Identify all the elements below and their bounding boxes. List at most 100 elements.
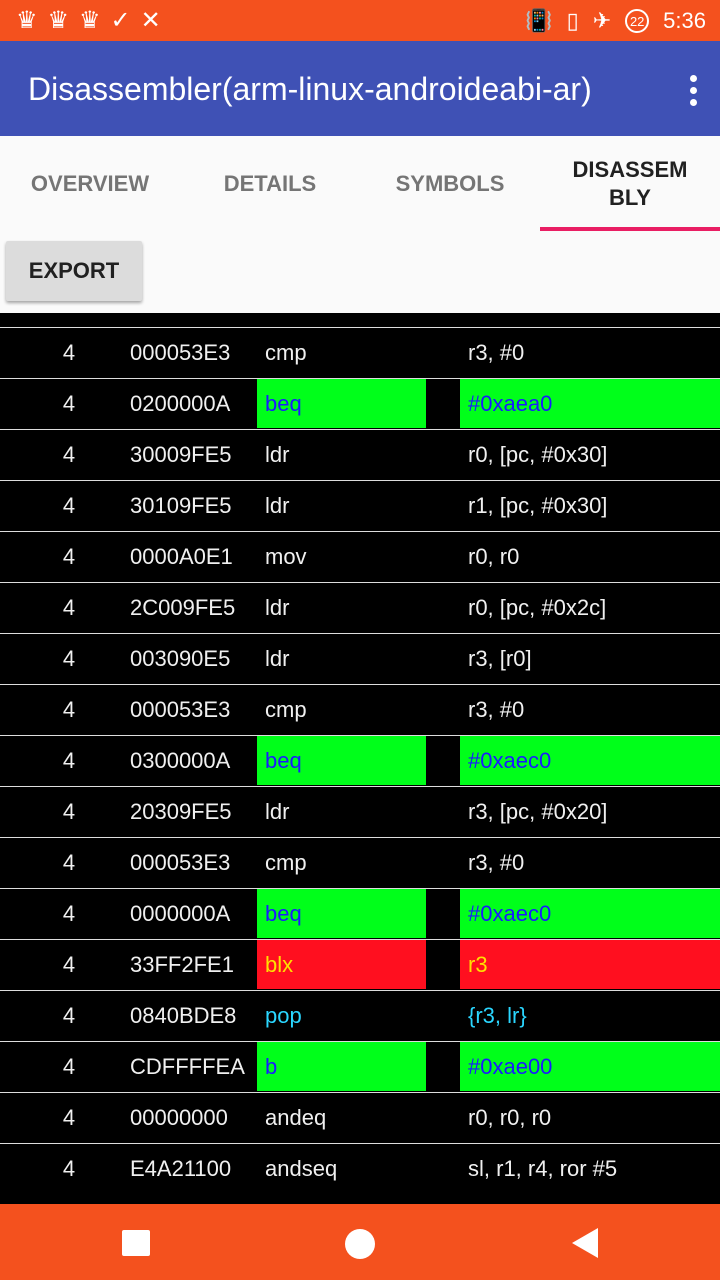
hex-cell: 33FF2FE1 (130, 952, 234, 977)
hex-cell: 000053E3 (130, 697, 231, 722)
action-toolbar: EXPORT (0, 231, 720, 313)
mnemonic-cell: cmp (265, 697, 307, 722)
table-row[interactable]: 4 0840BDE8 pop {r3, lr} (0, 990, 720, 1040)
tab-bar: OVERVIEW DETAILS SYMBOLS DISASSEM BLY (0, 136, 720, 231)
operands-cell: #0xaec0 (460, 889, 720, 938)
table-row[interactable]: 4 00000000 andeq r0, r0, r0 (0, 1092, 720, 1142)
table-row[interactable]: 4 000053E3 cmp r3, #0 (0, 837, 720, 887)
size-cell: 4 (62, 646, 76, 671)
mnemonic-cell: blx (257, 940, 426, 989)
table-row[interactable]: 4 0200000A beq #0xaea0 (0, 378, 720, 428)
mnemonic-cell: mov (265, 544, 307, 569)
export-button[interactable]: EXPORT (6, 241, 142, 301)
mnemonic-cell: beq (257, 889, 426, 938)
table-row[interactable]: 4 003090E5 ldr r3, [r0] (0, 633, 720, 683)
size-cell: 4 (62, 493, 76, 518)
size-cell: 4 (62, 391, 76, 416)
table-row[interactable]: 4 30009FE5 ldr r0, [pc, #0x30] (0, 429, 720, 479)
tab-symbols[interactable]: SYMBOLS (360, 136, 540, 231)
crown-icon: ♛ (47, 7, 70, 34)
hex-cell: 30009FE5 (130, 442, 232, 467)
mnemonic-cell: ldr (265, 595, 290, 620)
more-options-icon[interactable] (690, 75, 698, 106)
mnemonic-cell: cmp (265, 340, 307, 365)
system-icons: 📳 ▯ ✈ 22 5:36 (525, 8, 706, 34)
mnemonic-cell: andeq (265, 1105, 327, 1130)
hex-cell: 20309FE5 (130, 799, 232, 824)
hex-cell: 000053E3 (130, 850, 231, 875)
operands-cell: r0, [pc, #0x2c] (468, 595, 607, 620)
back-icon[interactable] (572, 1228, 598, 1258)
airplane-icon: ✈ (592, 8, 612, 33)
size-cell: 4 (62, 595, 76, 620)
operands-cell: r3, #0 (468, 340, 525, 365)
table-row[interactable]: 4 20309FE5 ldr r3, [pc, #0x20] (0, 786, 720, 836)
operands-cell: r3, [r0] (468, 646, 532, 671)
size-cell: 4 (62, 544, 76, 569)
size-cell: 4 (62, 1105, 76, 1130)
table-row-partial (0, 313, 720, 326)
size-cell: 4 (62, 340, 76, 365)
hex-cell: 0000A0E1 (130, 544, 233, 569)
table-row[interactable]: 4 0000A0E1 mov r0, r0 (0, 531, 720, 581)
table-row[interactable]: 4 33FF2FE1 blx r3 (0, 939, 720, 989)
operands-cell: #0xaec0 (460, 736, 720, 785)
size-cell: 4 (62, 1003, 76, 1028)
size-cell: 4 (62, 799, 76, 824)
disassembly-table[interactable]: 4 000053E3 cmp r3, #0 4 0200000A beq #0xaea0 4 30… (0, 313, 720, 1204)
hex-cell: 0200000A (130, 391, 231, 416)
home-icon[interactable] (345, 1229, 375, 1259)
hex-cell: 00000000 (130, 1105, 228, 1130)
table-row[interactable]: 4 0300000A beq #0xaec0 (0, 735, 720, 785)
table-row[interactable]: 4 000053E3 cmp r3, #0 (0, 327, 720, 377)
table-row[interactable]: 4 000053E3 cmp r3, #0 (0, 684, 720, 734)
no-sim-icon: ▯ (566, 8, 579, 33)
recents-icon[interactable] (122, 1230, 150, 1256)
mnemonic-cell: ldr (265, 442, 290, 467)
hex-cell: 003090E5 (130, 646, 231, 671)
battery-icon: 22 (625, 9, 650, 33)
hex-cell: 000053E3 (130, 340, 231, 365)
operands-cell: #0xaea0 (460, 379, 720, 428)
table-row[interactable]: 4 0000000A beq #0xaec0 (0, 888, 720, 938)
hex-cell: E4A21100 (130, 1156, 232, 1181)
operands-cell: r3, [pc, #0x20] (468, 799, 608, 824)
tab-details[interactable]: DETAILS (180, 136, 360, 231)
mnemonic-cell: beq (257, 736, 426, 785)
operands-cell: sl, r1, r4, ror #5 (468, 1156, 618, 1181)
vibrate-icon: 📳 (525, 8, 553, 33)
hex-cell: 0300000A (130, 748, 231, 773)
operands-cell: #0xae00 (460, 1042, 720, 1091)
size-cell: 4 (62, 850, 76, 875)
hex-cell: 30109FE5 (130, 493, 232, 518)
table-row[interactable]: 4 E4A21100 andseq sl, r1, r4, ror #5 (0, 1143, 720, 1193)
mnemonic-cell: ldr (265, 493, 290, 518)
operands-cell: r3, #0 (468, 850, 525, 875)
size-cell: 4 (62, 697, 76, 722)
hex-cell: 2C009FE5 (130, 595, 236, 620)
size-cell: 4 (62, 748, 76, 773)
table-row[interactable]: 4 30109FE5 ldr r1, [pc, #0x30] (0, 480, 720, 530)
size-cell: 4 (62, 952, 76, 977)
operands-cell: r1, [pc, #0x30] (468, 493, 608, 518)
clock: 5:36 (663, 8, 706, 33)
size-cell: 4 (62, 1156, 76, 1181)
operands-cell: r0, [pc, #0x30] (468, 442, 608, 467)
operands-cell: r3, #0 (468, 697, 525, 722)
hex-cell: 0840BDE8 (130, 1003, 237, 1028)
mnemonic-cell: andseq (265, 1156, 338, 1181)
table-row[interactable]: 4 2C009FE5 ldr r0, [pc, #0x2c] (0, 582, 720, 632)
crown-icon: ♛ (16, 7, 38, 34)
crown-icon: ♛ (79, 7, 101, 34)
page-title: Disassembler(arm-linux-androideabi-ar) (28, 71, 592, 107)
mnemonic-cell: ldr (265, 799, 290, 824)
tab-disassembly[interactable]: DISASSEM BLY (540, 136, 720, 231)
operands-cell: r0, r0, r0 (468, 1105, 552, 1130)
size-cell: 4 (62, 442, 76, 467)
operands-cell: r3 (460, 940, 720, 989)
mnemonic-cell: pop (265, 1003, 302, 1028)
tab-overview[interactable]: OVERVIEW (0, 136, 180, 231)
size-cell: 4 (62, 1054, 76, 1079)
status-bar: ♛ ♛ ♛ ✓ ✕ 📳 ▯ ✈ 22 5:36 (0, 0, 720, 41)
table-row[interactable]: 4 CDFFFFEA b #0xae00 (0, 1041, 720, 1091)
